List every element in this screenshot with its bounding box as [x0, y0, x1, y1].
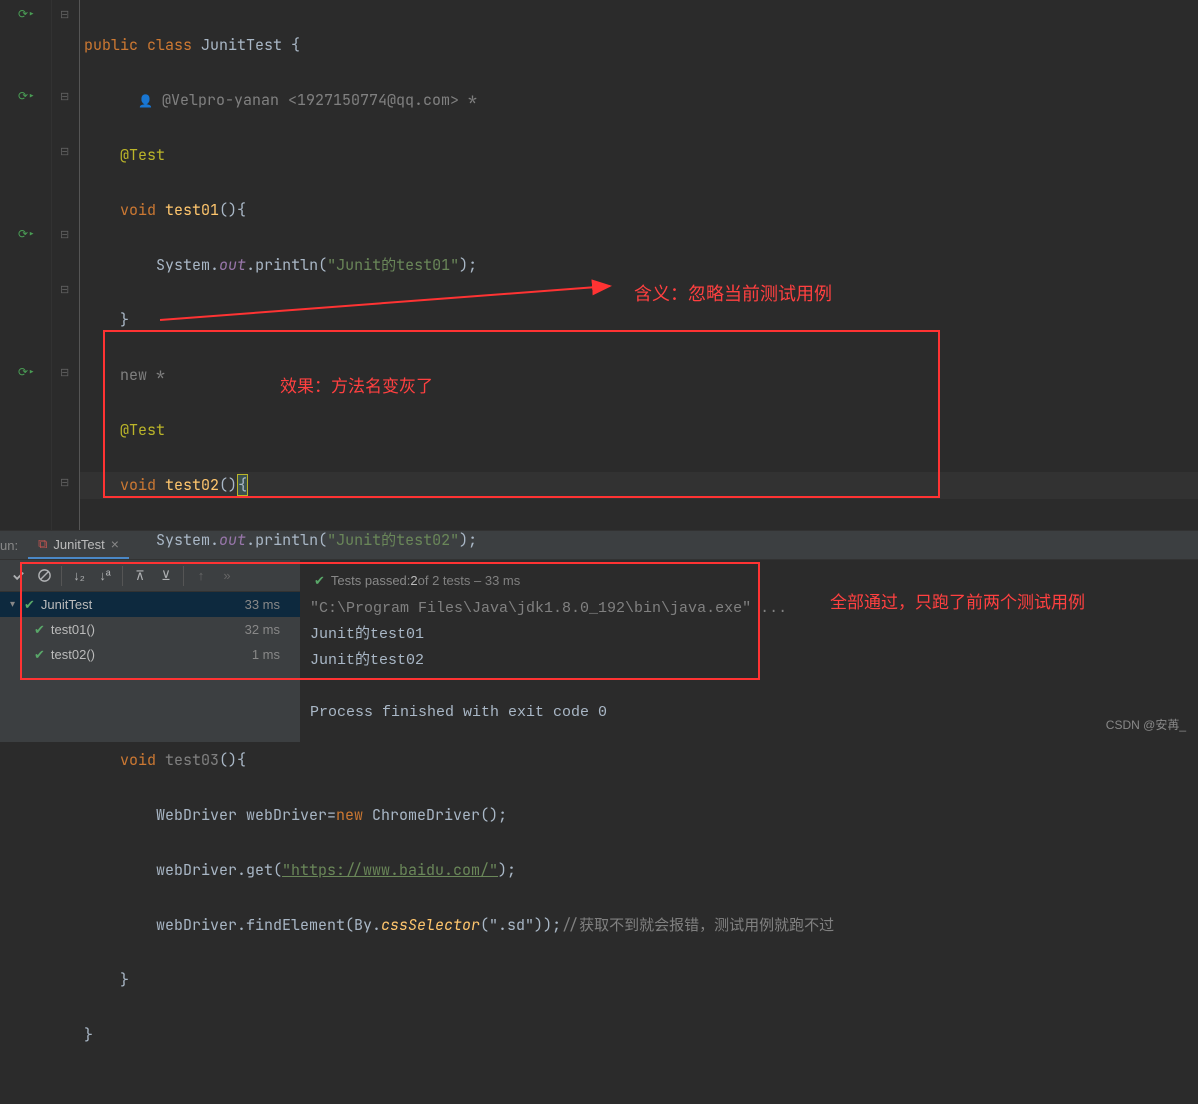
fold-icon[interactable]: ⊟: [60, 283, 69, 297]
test-name: test02(): [51, 647, 95, 662]
sort-alpha-icon[interactable]: ↓ª: [93, 564, 117, 588]
test-name: test01(): [51, 622, 95, 637]
fold-icon[interactable]: ⊟: [60, 476, 69, 490]
fold-icon[interactable]: ⊟: [60, 366, 69, 380]
test-name: JunitTest: [41, 597, 92, 612]
run-test02-icon[interactable]: ⟳▸: [18, 226, 35, 242]
chevron-down-icon: ▾: [10, 599, 24, 610]
pass-icon: ✔: [34, 622, 45, 638]
gutter-fold: ⊟ ⊟ ⊟ ⊟ ⊟ ⊟ ⊟: [52, 0, 80, 530]
run-label: un:: [0, 538, 28, 553]
expand-icon[interactable]: ⊼: [128, 564, 152, 588]
fold-icon[interactable]: ⊟: [60, 228, 69, 242]
pass-icon: ✔: [314, 568, 325, 594]
gutter-run-icons: ⟳▸ ⟳▸ ⟳▸ ⟳▸: [0, 0, 52, 530]
run-test01-icon[interactable]: ⟳▸: [18, 88, 35, 104]
fold-icon[interactable]: ⊟: [60, 8, 69, 22]
code-editor[interactable]: ⟳▸ ⟳▸ ⟳▸ ⟳▸ ⊟ ⊟ ⊟ ⊟ ⊟ ⊟ ⊟ public class J…: [0, 0, 1198, 530]
collapse-icon[interactable]: ⊻: [154, 564, 178, 588]
prev-icon[interactable]: ↑: [189, 564, 213, 588]
test-tree: ↓₂ ↓ª ⊼ ⊻ ↑ » ▾ ✔ JunitTest 33 ms ✔ test…: [0, 560, 300, 742]
run-class-icon[interactable]: ⟳▸: [18, 6, 35, 22]
test-time: 32 ms: [245, 622, 290, 637]
pass-icon: ✔: [34, 647, 45, 663]
console-line: Junit的test02: [310, 648, 1188, 674]
annotation-result: 全部通过，只跑了前两个测试用例: [830, 588, 1085, 613]
show-ignored-icon[interactable]: [32, 564, 56, 588]
annotation-effect: 效果：方法名变灰了: [280, 372, 433, 397]
fold-icon[interactable]: ⊟: [60, 90, 69, 104]
console-line: Junit的test01: [310, 622, 1188, 648]
test-node-root[interactable]: ▾ ✔ JunitTest 33 ms: [0, 592, 300, 617]
console-exit: Process finished with exit code 0: [310, 700, 1188, 726]
fold-icon[interactable]: ⊟: [60, 145, 69, 159]
pass-icon: ✔: [24, 597, 35, 613]
sort-icon[interactable]: ↓₂: [67, 564, 91, 588]
show-passed-icon[interactable]: [6, 564, 30, 588]
watermark: CSDN @安苒_: [1106, 716, 1186, 733]
test-time: 33 ms: [245, 597, 290, 612]
test-node-test01[interactable]: ✔ test01() 32 ms: [0, 617, 300, 642]
next-icon[interactable]: »: [215, 564, 239, 588]
test-toolbar: ↓₂ ↓ª ⊼ ⊻ ↑ »: [0, 560, 300, 592]
test-node-test02[interactable]: ✔ test02() 1 ms: [0, 642, 300, 667]
code-text[interactable]: public class JunitTest { 👤 @Velpro-yanan…: [80, 0, 1198, 530]
annotation-meaning: 含义：忽略当前测试用例: [634, 280, 832, 306]
test-time: 1 ms: [252, 647, 290, 662]
test-config-icon: ⧉: [38, 536, 47, 552]
run-test03-icon[interactable]: ⟳▸: [18, 364, 35, 380]
